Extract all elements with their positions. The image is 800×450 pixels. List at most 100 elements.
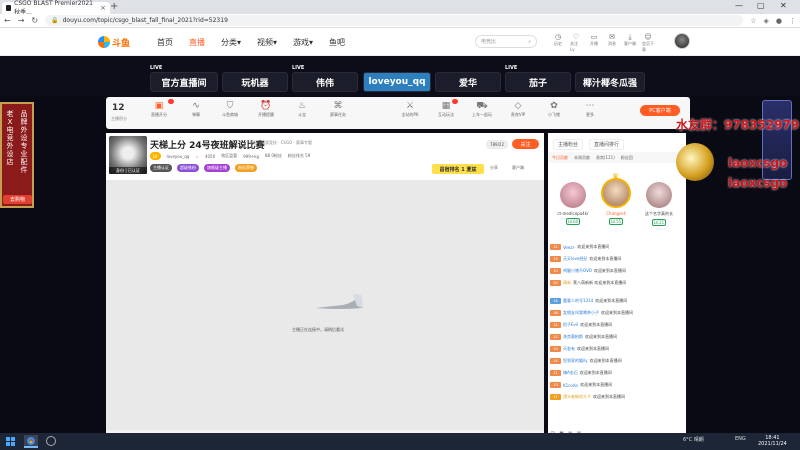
header-icons: ◷ 历史 ♡ 关注 Lv ▭ 开播 ✉ 消息 ⤓ 客户端 ☺ 会员下载 <box>552 33 654 53</box>
message-button[interactable]: ✉ 消息 <box>606 33 618 53</box>
new-tab-button[interactable]: + <box>110 1 118 12</box>
fans-button[interactable]: 789/22 <box>486 140 508 149</box>
fan-name: Changer4 <box>606 211 626 216</box>
chat-line[interactable]: 12 Veezr- 欢迎来到本直播间 <box>550 244 609 250</box>
alarm-icon: ⏰ <box>260 101 272 111</box>
rank-badge[interactable]: 昌宿排名 1 夏兹 <box>432 164 484 174</box>
channel-official[interactable]: 官方直播间 <box>150 72 218 92</box>
chat-line[interactable]: 10 鸡腿小猪不OVO 欢迎来到本直播间 <box>550 268 626 274</box>
chat-line[interactable]: 14 您到家的猫ily 欢迎来到本直播间 <box>550 358 622 364</box>
address-bar[interactable]: 🔒 douyu.com/topic/csgo_blast_fall_final_… <box>45 15 744 26</box>
chat-line[interactable]: 12 恒子Evil 欢迎来到本直播间 <box>550 322 612 328</box>
chat-line[interactable]: 17 漂头被偷窃大子 欢迎来到本直播间 <box>550 394 625 400</box>
streamer-name[interactable]: loveyou_qq <box>167 154 190 159</box>
channel-loveyou[interactable]: loveyou_qq <box>363 72 431 92</box>
nav-games[interactable]: 游戏▾ <box>293 37 313 48</box>
tool-item[interactable]: ✿ 小飞猪 <box>542 101 566 118</box>
tool-item[interactable]: ⌘ 赛事任务 <box>326 101 350 118</box>
language-indicator[interactable]: ENG <box>735 436 746 442</box>
close-tab-icon[interactable]: × <box>100 4 106 12</box>
top-fan-2[interactable]: ct-medicopa4kr LV.60 <box>557 182 589 225</box>
tool-item[interactable]: ⛟ 上车一起玩 <box>470 101 494 118</box>
reload-icon[interactable]: ↻ <box>31 16 38 25</box>
tool-item[interactable]: ⚔ 全站的PK <box>398 101 422 118</box>
chat-line[interactable]: 15 天天love经纪 欢迎来到本直播间 <box>550 256 621 262</box>
taskbar-app-icon[interactable] <box>46 436 56 446</box>
star-icon[interactable]: ☆ <box>750 17 756 25</box>
chat-line[interactable]: 18 重要人的号1314 欢迎来到本直播间 <box>550 298 627 304</box>
app-button[interactable]: ☺ 会员下载 <box>642 33 654 53</box>
tab-fanclub[interactable]: 粉丝团 <box>621 155 633 161</box>
site-logo[interactable]: 斗鱼 <box>98 35 134 49</box>
channel-aihua[interactable]: 爱华 <box>435 72 501 92</box>
calendar-icon: ▦ <box>441 101 451 111</box>
room-tag[interactable]: 超级铁粉 <box>177 164 199 172</box>
nav-live[interactable]: 直播 <box>189 37 205 48</box>
minimize-icon[interactable]: — <box>735 1 743 10</box>
pc-client-button[interactable]: PC客户端 <box>640 105 680 116</box>
tab-today[interactable]: 今日贡献 <box>552 155 568 161</box>
close-window-icon[interactable]: ✕ <box>780 1 787 10</box>
tool-item[interactable]: ♨ 斗宝 <box>290 101 314 118</box>
system-clock[interactable]: 18:41 2021/11/24 <box>758 435 787 447</box>
room-tag[interactable]: 粉丝荣誉 <box>235 164 257 172</box>
weather-widget[interactable]: 6°C 晴朗 <box>683 436 704 443</box>
left-ad-banner[interactable]: 老X电竞外设店 品牌外设专业配件 去购物 <box>0 102 34 208</box>
chrome-icon <box>27 436 35 445</box>
menu-icon[interactable]: ⋮ <box>789 17 796 25</box>
top-fan-3[interactable]: 这个名字真的长 LV.21 <box>644 182 674 226</box>
user-avatar[interactable] <box>674 33 690 49</box>
back-icon[interactable]: ← <box>4 16 11 25</box>
search-input[interactable]: 电竞比 ⌕ <box>475 35 537 48</box>
tool-item[interactable]: ▣ 直播开分 <box>147 101 171 118</box>
room-tag[interactable]: 主播认证 <box>150 164 172 172</box>
nav-yuba[interactable]: 鱼吧 <box>329 37 345 48</box>
overlay-text-2: laoxcsgo <box>728 156 788 170</box>
forward-icon[interactable]: → <box>18 16 25 25</box>
notification-badge <box>168 99 174 104</box>
maximize-icon[interactable]: ▢ <box>757 1 765 10</box>
history-button[interactable]: ◷ 历史 <box>552 33 564 53</box>
tab-anchor-fans[interactable]: 主播粉丝 <box>553 139 584 150</box>
ad-shop-button[interactable]: 去购物 <box>3 195 32 204</box>
search-icon[interactable]: ⌕ <box>528 39 531 45</box>
windows-taskbar <box>0 433 800 450</box>
browser-tab[interactable]: CSGO BLAST Premier2021秋季... × <box>2 0 110 16</box>
profile-icon[interactable]: ● <box>776 17 782 25</box>
chat-line[interactable]: 16 女朋友叫我喝茶小子 欢迎来到本直播间 <box>550 310 633 316</box>
follow-button[interactable]: ♡ 关注 Lv <box>570 33 582 53</box>
nav-video[interactable]: 视频▾ <box>257 37 277 48</box>
share-button[interactable]: 分享 <box>490 165 498 171</box>
tool-item[interactable]: ⋯ 更多 <box>578 101 602 118</box>
nav-category[interactable]: 分类▾ <box>221 37 241 48</box>
chat-line[interactable]: 20 萌新 莱八萌新新 欢迎来到本直播间 <box>550 280 626 286</box>
overlay-text-3: laoxcsgo <box>728 176 788 190</box>
top-fan-1[interactable]: Changer4 LV.55 <box>601 178 631 225</box>
channel-weiwei[interactable]: 伟伟 <box>292 72 358 92</box>
chat-line[interactable]: 13 K1coAn 欢迎来到本直播间 <box>550 382 612 388</box>
tool-item[interactable]: ⏰ 开播提醒 <box>254 101 278 118</box>
tab-vip[interactable]: 贵宾(121) <box>596 155 615 161</box>
tool-item[interactable]: ⛉ 斗鱼商城 <box>218 101 242 118</box>
channel-wanjiqi[interactable]: 玩机器 <box>222 72 288 92</box>
tool-item[interactable]: ◇ 贵宾VIP <box>506 101 530 118</box>
tool-item[interactable]: ∿ 弹幕 <box>184 101 208 118</box>
windows-start-icon[interactable] <box>6 437 15 446</box>
taskbar-chrome-app[interactable] <box>24 435 38 448</box>
client-button[interactable]: 客户端 <box>512 165 524 171</box>
extension-icon[interactable]: ◈ <box>764 17 769 25</box>
nav-home[interactable]: 首页 <box>157 37 173 48</box>
channel-yezhi[interactable]: 椰汁椰冬瓜强 <box>575 72 645 92</box>
channel-qiezi[interactable]: 茄子 <box>505 72 571 92</box>
fan-level: LV.21 <box>651 219 667 226</box>
tab-week[interactable]: 本周贡献 <box>574 155 590 161</box>
follow-button[interactable]: 关注 <box>512 139 539 149</box>
chat-line[interactable]: 12 洛克赛柏斯 欢迎来到本直播间 <box>550 334 617 340</box>
chat-line[interactable]: 19 天若有 欢迎来到本直播间 <box>550 346 609 352</box>
tab-room-rank[interactable]: 直播间排行 <box>589 139 625 150</box>
chat-line[interactable]: 11 嗨A金石 欢迎来到本直播间 <box>550 370 612 376</box>
broadcast-button[interactable]: ▭ 开播 <box>588 33 600 53</box>
room-tag[interactable]: 旗舰级主播 <box>204 164 230 172</box>
loading-spinner-icon <box>315 294 363 309</box>
client-button[interactable]: ⤓ 客户端 <box>624 33 636 53</box>
